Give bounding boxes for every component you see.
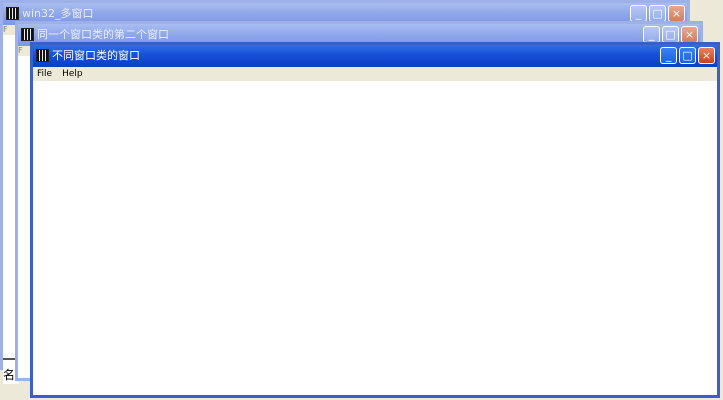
- minimize-button[interactable]: _: [630, 5, 647, 22]
- maximize-button[interactable]: □: [649, 5, 666, 22]
- menu-help[interactable]: Help: [62, 69, 83, 79]
- close-button[interactable]: ×: [681, 26, 698, 43]
- application-icon[interactable]: [21, 28, 34, 41]
- application-icon[interactable]: [6, 7, 19, 20]
- window-front[interactable]: 不同窗口类的窗口 _ □ × File Help: [30, 42, 720, 398]
- menu-file[interactable]: File: [37, 69, 52, 79]
- caption-buttons-front: _ □ ×: [658, 47, 715, 65]
- window-title-front: 不同窗口类的窗口: [52, 49, 140, 62]
- client-area[interactable]: [33, 81, 717, 395]
- menu-stub-label[interactable]: F: [3, 25, 8, 34]
- minimize-button[interactable]: _: [660, 47, 677, 64]
- application-icon[interactable]: [36, 49, 49, 62]
- menu-stub-label[interactable]: F: [18, 46, 23, 55]
- close-button[interactable]: ×: [698, 47, 715, 64]
- titlebar-front[interactable]: 不同窗口类的窗口 _ □ ×: [33, 45, 717, 67]
- menubar: File Help: [33, 67, 717, 81]
- maximize-button[interactable]: □: [662, 26, 679, 43]
- minimize-button[interactable]: _: [643, 26, 660, 43]
- close-button[interactable]: ×: [668, 5, 685, 22]
- maximize-button[interactable]: □: [679, 47, 696, 64]
